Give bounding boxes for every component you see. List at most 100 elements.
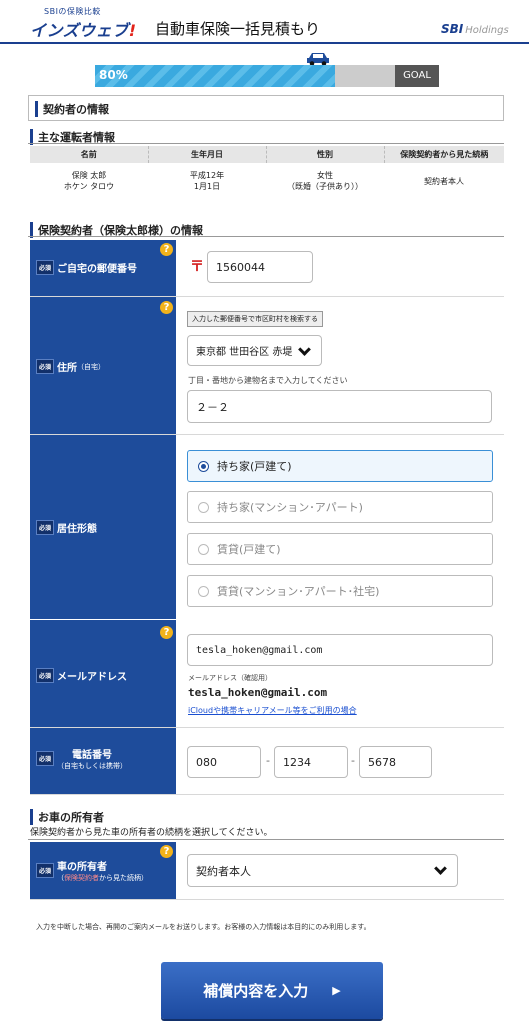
- required-badge: 必須: [36, 520, 55, 535]
- sbi-holdings-logo: SBI Holdings: [441, 22, 509, 36]
- driver-table-header: 名前 生年月日 性別 保険契約者から見た続柄: [30, 146, 504, 163]
- logo-text: インズウェブ: [30, 21, 129, 40]
- resume-notice: 入力を中断した場合、再開のご案内メールをお送りします。お客様の入力情報は本目的に…: [36, 923, 371, 931]
- residence-option-label: 持ち家(戸建て): [217, 460, 292, 473]
- residence-option-owned-apartment[interactable]: 持ち家(マンション･アパート): [187, 491, 493, 523]
- owner-heading: お車の所有者: [30, 809, 104, 825]
- help-icon[interactable]: ?: [160, 243, 173, 256]
- residence-option-label: 賃貸(戸建て): [217, 543, 281, 556]
- page-header: SBIの保険比較 インズウェブ! 自動車保険一括見積もり SBI Holdings: [0, 0, 529, 44]
- address-label: 必須 住所 （自宅）: [36, 359, 105, 374]
- phone-separator: -: [266, 754, 270, 767]
- required-badge: 必須: [36, 359, 55, 374]
- email-confirm-caption: メールアドレス（確認用）: [188, 674, 272, 682]
- driver-dob-day: 1月1日: [193, 182, 221, 191]
- page-title: 自動車保険一括見積もり: [155, 20, 321, 38]
- search-address-button[interactable]: 入力した郵便番号で市区町村を検索する: [187, 311, 323, 327]
- help-icon[interactable]: ?: [160, 626, 173, 639]
- owner-select-value: 契約者本人: [196, 864, 251, 878]
- phone-input-3[interactable]: 5678: [359, 746, 432, 778]
- help-icon[interactable]: ?: [160, 301, 173, 314]
- postal-code-input[interactable]: 1560044: [207, 251, 313, 283]
- owner-label-sub: （保険契約者から見た続柄）: [57, 873, 148, 883]
- phone-label: 必須 電話番号 （自宅もしくは携帯）: [36, 746, 127, 771]
- owner-sub-open: （: [57, 874, 65, 882]
- col-relation: 保険契約者から見た続柄: [384, 146, 504, 163]
- email-label: 必須 メールアドレス: [36, 668, 127, 683]
- phone-label-group: 電話番号 （自宅もしくは携帯）: [57, 746, 127, 771]
- owner-label-text: 車の所有者: [57, 862, 108, 873]
- contract-section-title: 契約者の情報: [35, 101, 109, 117]
- col-name: 名前: [30, 146, 149, 163]
- driver-table: 名前 生年月日 性別 保険契約者から見た続柄 保険 太郎ホケン タロウ 平成12…: [30, 146, 504, 199]
- owner-label-group: 車の所有者 （保険契約者から見た続柄）: [57, 858, 148, 883]
- enter-coverage-button[interactable]: 補償内容を入力 ▶: [161, 962, 383, 1019]
- postal-label-text: ご自宅の郵便番号: [57, 264, 138, 275]
- address-label-text: 住所: [57, 363, 78, 374]
- table-row: 保険 太郎ホケン タロウ 平成12年 1月1日 女性 （既婚（子供あり）） 契約者本…: [30, 163, 504, 199]
- car-icon: [307, 53, 329, 66]
- address-label-cell: 必須 住所 （自宅） ?: [30, 297, 176, 434]
- postal-row: 必須 ご自宅の郵便番号 ? 〒 1560044: [30, 240, 504, 297]
- owner-sub-rest: から見た続柄）: [99, 874, 149, 882]
- phone-label-cell: 必須 電話番号 （自宅もしくは携帯）: [30, 728, 176, 794]
- radio-icon: [198, 543, 209, 555]
- driver-name-kana: ホケン タロウ: [63, 182, 115, 191]
- address-row: 必須 住所 （自宅） ? 入力した郵便番号で市区町村を検索する 東京都 世田谷区…: [30, 297, 504, 435]
- owner-label-cell: 必須 車の所有者 （保険契約者から見た続柄） ?: [30, 842, 176, 899]
- col-gender: 性別: [266, 146, 385, 163]
- insweb-logo[interactable]: インズウェブ!: [30, 17, 136, 41]
- phone-row: 必須 電話番号 （自宅もしくは携帯） 080 - 1234 - 5678: [30, 728, 504, 795]
- required-badge: 必須: [36, 668, 55, 683]
- residence-option-rented-apartment[interactable]: 賃貸(マンション･アパート･社宅): [187, 575, 493, 607]
- owner-description: 保険契約者から見た車の所有者の続柄を選択してください。: [30, 828, 273, 838]
- driver-gender: 女性 （既婚（子供あり））: [266, 163, 384, 199]
- required-badge: 必須: [36, 260, 55, 275]
- icloud-carrier-link[interactable]: iCloudや携帯キャリアメール等をご利用の場合: [188, 705, 357, 716]
- email-label-cell: 必須 メールアドレス ?: [30, 620, 176, 727]
- residence-label: 必須 居住形態: [36, 520, 97, 535]
- driver-rule: [28, 143, 504, 144]
- chevron-down-icon: [298, 343, 311, 356]
- help-icon[interactable]: ?: [160, 845, 173, 858]
- email-confirm-value: tesla_hoken@gmail.com: [188, 686, 328, 699]
- owner-label: 必須 車の所有者 （保険契約者から見た続柄）: [36, 858, 148, 883]
- goal-label: GOAL: [395, 65, 439, 87]
- street-input[interactable]: ２－２: [187, 390, 492, 423]
- radio-icon: [198, 585, 209, 597]
- email-row: 必須 メールアドレス ? tesla_hoken@gmail.com メールアド…: [30, 620, 504, 728]
- phone-input-2[interactable]: 1234: [274, 746, 348, 778]
- residence-label-text: 居住形態: [57, 524, 98, 535]
- progress-bar: 80%: [95, 65, 395, 87]
- col-dob: 生年月日: [148, 146, 267, 163]
- driver-marital: （既婚（子供あり））: [287, 182, 363, 191]
- street-hint: 丁目・番地から建物名まで入力してください: [188, 376, 348, 385]
- email-label-text: メールアドレス: [57, 672, 128, 683]
- city-select[interactable]: 東京都 世田谷区 赤堤: [187, 335, 322, 366]
- driver-gender-value: 女性: [317, 171, 333, 180]
- driver-dob-year: 平成12年: [189, 171, 225, 180]
- city-select-value: 東京都 世田谷区 赤堤: [196, 347, 293, 358]
- owner-row: 必須 車の所有者 （保険契約者から見た続柄） ? 契約者本人: [30, 842, 504, 900]
- holdings-text: Holdings: [465, 25, 509, 36]
- residence-option-owned-house[interactable]: 持ち家(戸建て): [187, 450, 493, 482]
- driver-name: 保険 太郎ホケン タロウ: [30, 163, 148, 199]
- driver-name-kanji: 保険 太郎: [71, 171, 107, 180]
- address-label-sub: （自宅）: [77, 362, 106, 371]
- owner-select[interactable]: 契約者本人: [187, 854, 458, 887]
- postal-mark-icon: 〒: [190, 259, 204, 275]
- holder-rule: [28, 236, 504, 237]
- phone-input-1[interactable]: 080: [187, 746, 261, 778]
- driver-relation: 契約者本人: [424, 176, 464, 186]
- residence-option-label: 持ち家(マンション･アパート): [217, 501, 363, 514]
- logo-tagline: SBIの保険比較: [44, 7, 101, 16]
- progress-percent: 80%: [99, 68, 128, 82]
- residence-option-rented-house[interactable]: 賃貸(戸建て): [187, 533, 493, 565]
- postal-label-cell: 必須 ご自宅の郵便番号 ?: [30, 240, 176, 296]
- phone-label-sub: （自宅もしくは携帯）: [57, 762, 128, 770]
- sbi-text: SBI: [441, 22, 464, 36]
- required-badge: 必須: [36, 863, 55, 878]
- phone-separator: -: [351, 754, 355, 767]
- email-input[interactable]: tesla_hoken@gmail.com: [187, 634, 493, 666]
- radio-icon: [198, 501, 209, 513]
